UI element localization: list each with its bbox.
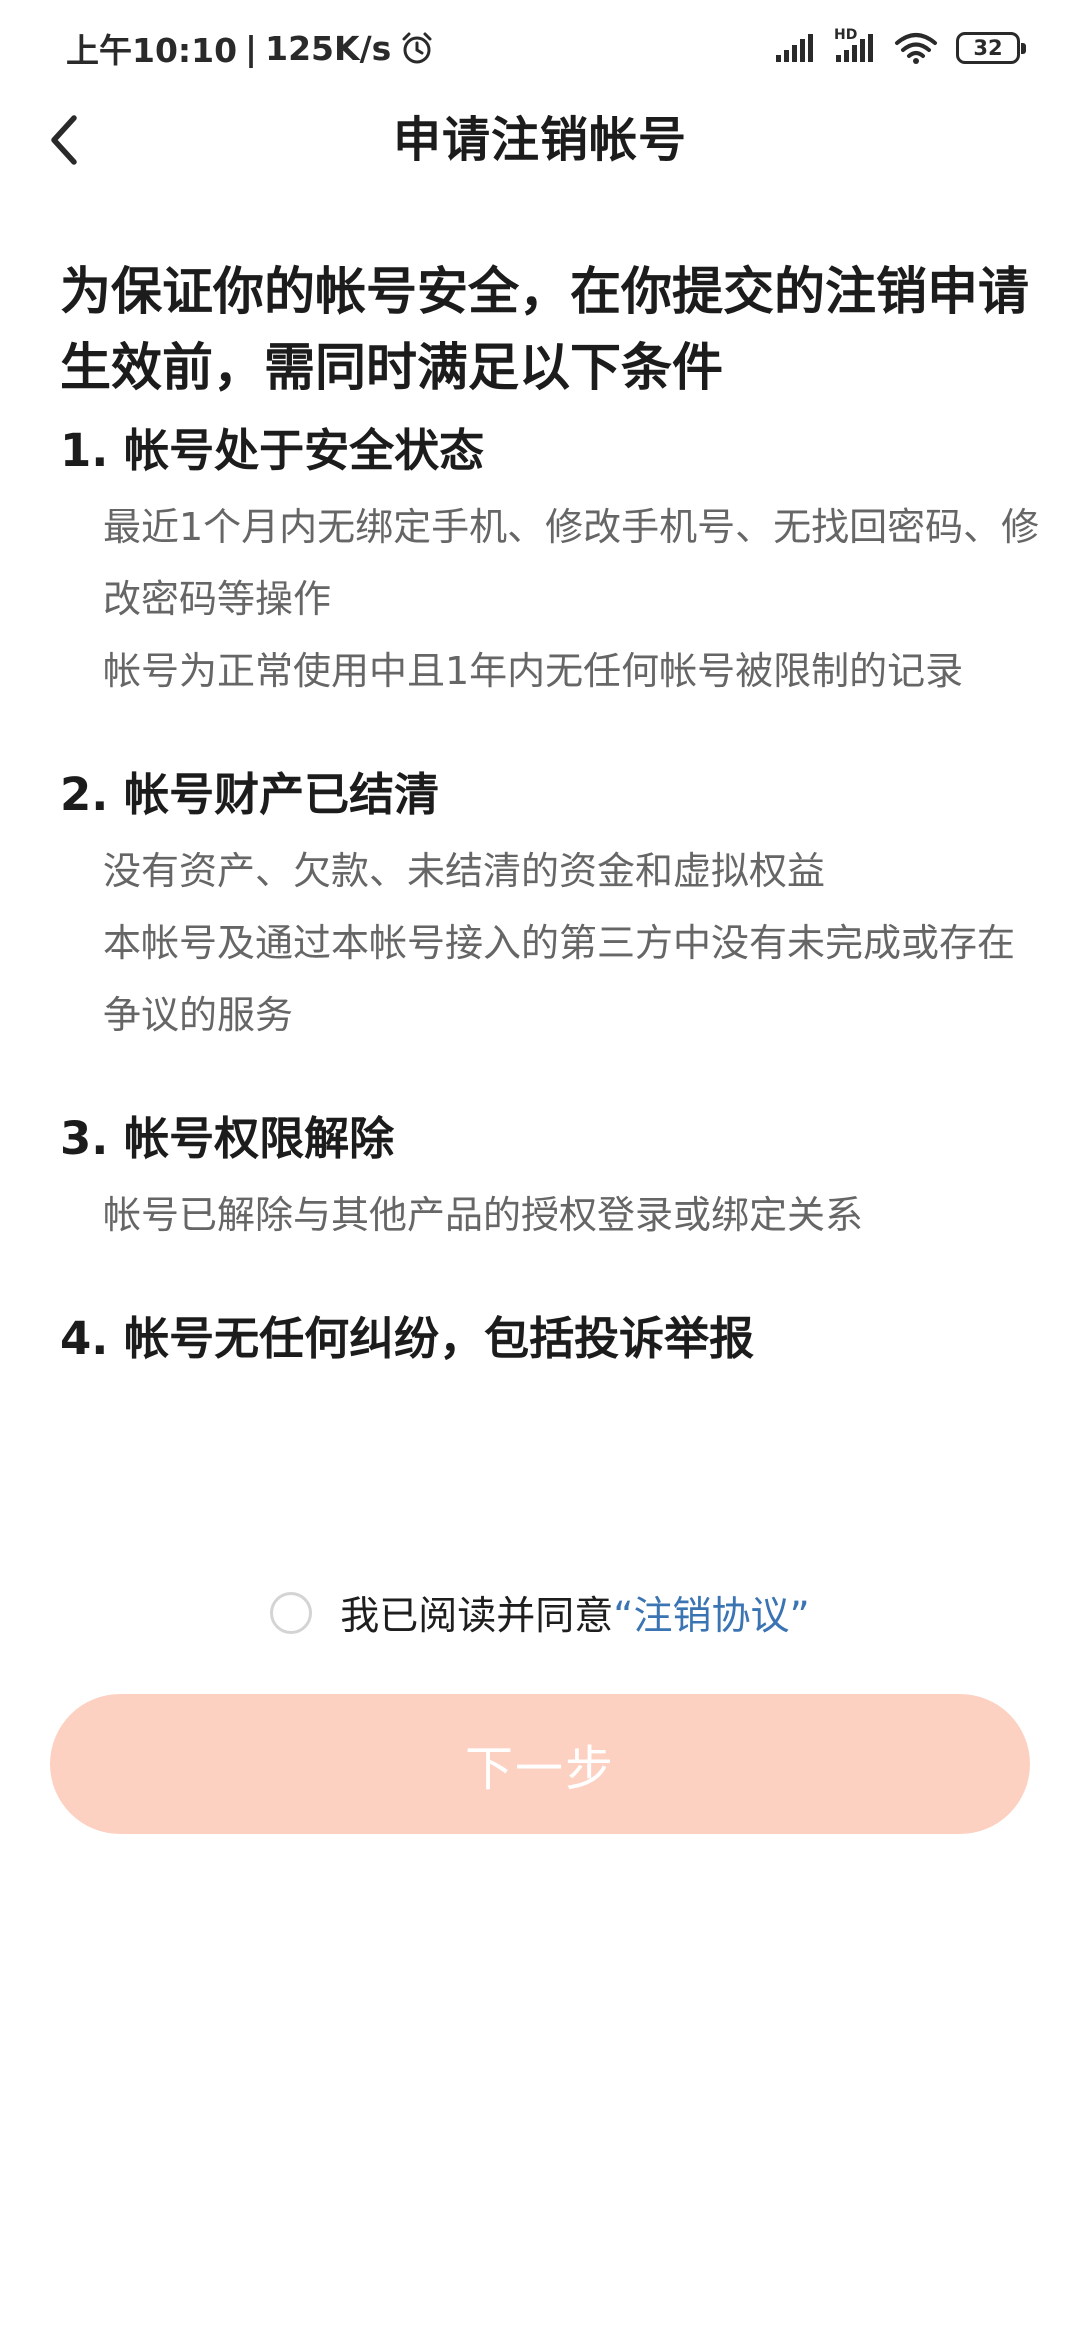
status-left: 上午10:10 | 125K/s: [66, 24, 435, 72]
page-title: 申请注销帐号: [392, 112, 687, 168]
section-title: 2. 帐号财产已结清: [60, 768, 440, 821]
agreement-text: 我已阅读并同意: [340, 1594, 614, 1639]
alarm-icon: [399, 30, 435, 66]
battery-icon: 32: [956, 32, 1026, 64]
signal-icon: [774, 33, 816, 63]
agreement-row: 我已阅读并同意 “注销协议”: [0, 1578, 1080, 1648]
status-time: 上午10:10: [66, 31, 238, 70]
title-bar: 申请注销帐号: [0, 96, 1080, 184]
battery-level: 32: [973, 36, 1003, 60]
network-speed: 125K/s: [265, 28, 392, 68]
agree-checkbox[interactable]: [270, 1592, 313, 1634]
next-button-label: 下一步: [464, 1741, 615, 1797]
section-items: 帐号已解除与其他产品的授权登录或绑定关系: [60, 1179, 1045, 1251]
section-item: 没有资产、欠款、未结清的资金和虚拟权益: [103, 849, 826, 893]
section-items: 最近1个月内无绑定手机、修改手机号、无找回密码、修改密码等操作 帐号为正常使用中…: [60, 491, 1045, 707]
status-right: HD 32: [774, 27, 1026, 65]
condition-section-3: 3. 帐号权限解除 帐号已解除与其他产品的授权登录或绑定关系: [60, 1109, 1045, 1251]
agreement-link[interactable]: “注销协议”: [613, 1585, 809, 1641]
hd-signal-icon: HD: [834, 27, 876, 63]
section-item: 帐号为正常使用中且1年内无任何帐号被限制的记录: [103, 649, 964, 693]
section-item: 帐号已解除与其他产品的授权登录或绑定关系: [103, 1193, 864, 1237]
next-button[interactable]: 下一步: [50, 1694, 1030, 1834]
wifi-icon: [894, 31, 938, 65]
condition-section-4: 4. 帐号无任何纠纷，包括投诉举报: [60, 1309, 1045, 1369]
headline: 为保证你的帐号安全，在你提交的注销申请生效前，需同时满足以下条件: [60, 263, 1030, 398]
section-item: 最近1个月内无绑定手机、修改手机号、无找回密码、修改密码等操作: [103, 505, 1040, 621]
section-title: 3. 帐号权限解除: [60, 1112, 395, 1165]
status-bar: 上午10:10 | 125K/s HD 32: [0, 0, 1080, 96]
condition-section-1: 1. 帐号处于安全状态 最近1个月内无绑定手机、修改手机号、无找回密码、修改密码…: [60, 421, 1045, 707]
hd-label: HD: [834, 27, 858, 43]
section-title: 4. 帐号无任何纠纷，包括投诉举报: [60, 1312, 755, 1365]
main-content: 为保证你的帐号安全，在你提交的注销申请生效前，需同时满足以下条件 1. 帐号处于…: [60, 255, 1045, 1369]
section-title: 1. 帐号处于安全状态: [60, 424, 485, 477]
section-item: 本帐号及通过本帐号接入的第三方中没有未完成或存在争议的服务: [103, 921, 1016, 1037]
section-items: 没有资产、欠款、未结清的资金和虚拟权益 本帐号及通过本帐号接入的第三方中没有未完…: [60, 835, 1045, 1051]
status-separator: |: [245, 28, 258, 68]
condition-section-2: 2. 帐号财产已结清 没有资产、欠款、未结清的资金和虚拟权益 本帐号及通过本帐号…: [60, 765, 1045, 1051]
